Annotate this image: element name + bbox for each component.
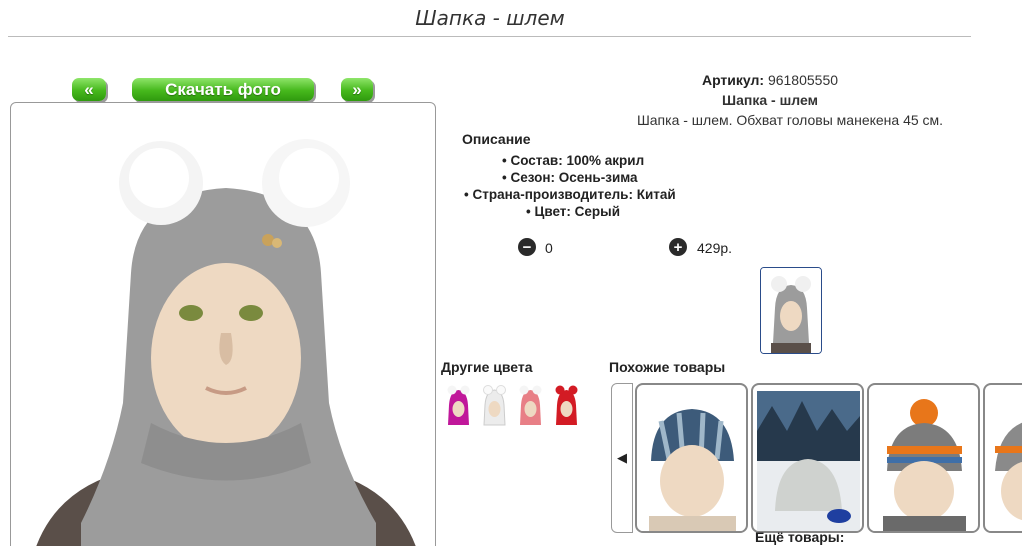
title-divider xyxy=(8,36,971,37)
prev-photo-button[interactable]: « xyxy=(72,78,106,101)
article-line: Артикул: 961805550 xyxy=(620,72,920,88)
color-swatch-white[interactable] xyxy=(479,383,510,429)
similar-product-card[interactable] xyxy=(983,383,1022,533)
increase-quantity-button[interactable]: + xyxy=(669,238,687,256)
similar-product-card[interactable] xyxy=(635,383,748,533)
similar-products-title: Похожие товары xyxy=(609,359,726,375)
product-name: Шапка - шлем xyxy=(722,92,818,108)
minus-icon: − xyxy=(522,238,532,256)
swatch-image xyxy=(447,385,470,425)
color-swatch-magenta[interactable] xyxy=(443,383,474,429)
spec-color: Цвет: Серый xyxy=(526,204,620,219)
decrease-quantity-button[interactable]: − xyxy=(518,238,536,256)
color-swatch-red[interactable] xyxy=(551,383,582,429)
skip-back-icon: ◀ xyxy=(617,450,627,465)
spec-country: Страна-производитель: Китай xyxy=(464,187,675,202)
swatch-image xyxy=(519,385,542,425)
more-products-title: Ещё товары: xyxy=(755,529,845,545)
carousel-prev-button[interactable]: ◀ xyxy=(611,383,633,533)
main-product-photo[interactable] xyxy=(10,102,436,546)
plus-icon: + xyxy=(673,238,683,256)
swatch-image xyxy=(555,385,578,425)
quantity-value: 0 xyxy=(545,240,553,256)
product-thumbnail[interactable] xyxy=(760,267,822,354)
article-value: 961805550 xyxy=(767,72,839,88)
download-photo-button[interactable]: Скачать фото xyxy=(132,78,314,101)
color-swatch-pink[interactable] xyxy=(515,383,546,429)
other-colors-title: Другие цвета xyxy=(441,359,533,375)
details-title: Описание xyxy=(462,131,531,147)
spec-season: Сезон: Осень-зима xyxy=(502,170,637,185)
similar-product-card[interactable] xyxy=(867,383,980,533)
thumbnail-image xyxy=(761,268,821,353)
product-description: Шапка - шлем. Обхват головы манекена 45 … xyxy=(636,112,944,128)
product-image xyxy=(873,391,976,531)
product-image xyxy=(641,391,744,531)
product-price: 429р. xyxy=(697,240,733,256)
product-image xyxy=(989,391,1022,531)
mannequin-hat-image xyxy=(36,139,416,546)
product-image xyxy=(757,391,860,531)
spec-composition: Состав: 100% акрил xyxy=(502,153,644,168)
similar-product-card[interactable] xyxy=(751,383,864,533)
article-label: Артикул: xyxy=(701,72,765,88)
swatch-image xyxy=(483,385,506,426)
page-title: Шапка - шлем xyxy=(415,6,565,30)
next-photo-button[interactable]: » xyxy=(341,78,373,101)
